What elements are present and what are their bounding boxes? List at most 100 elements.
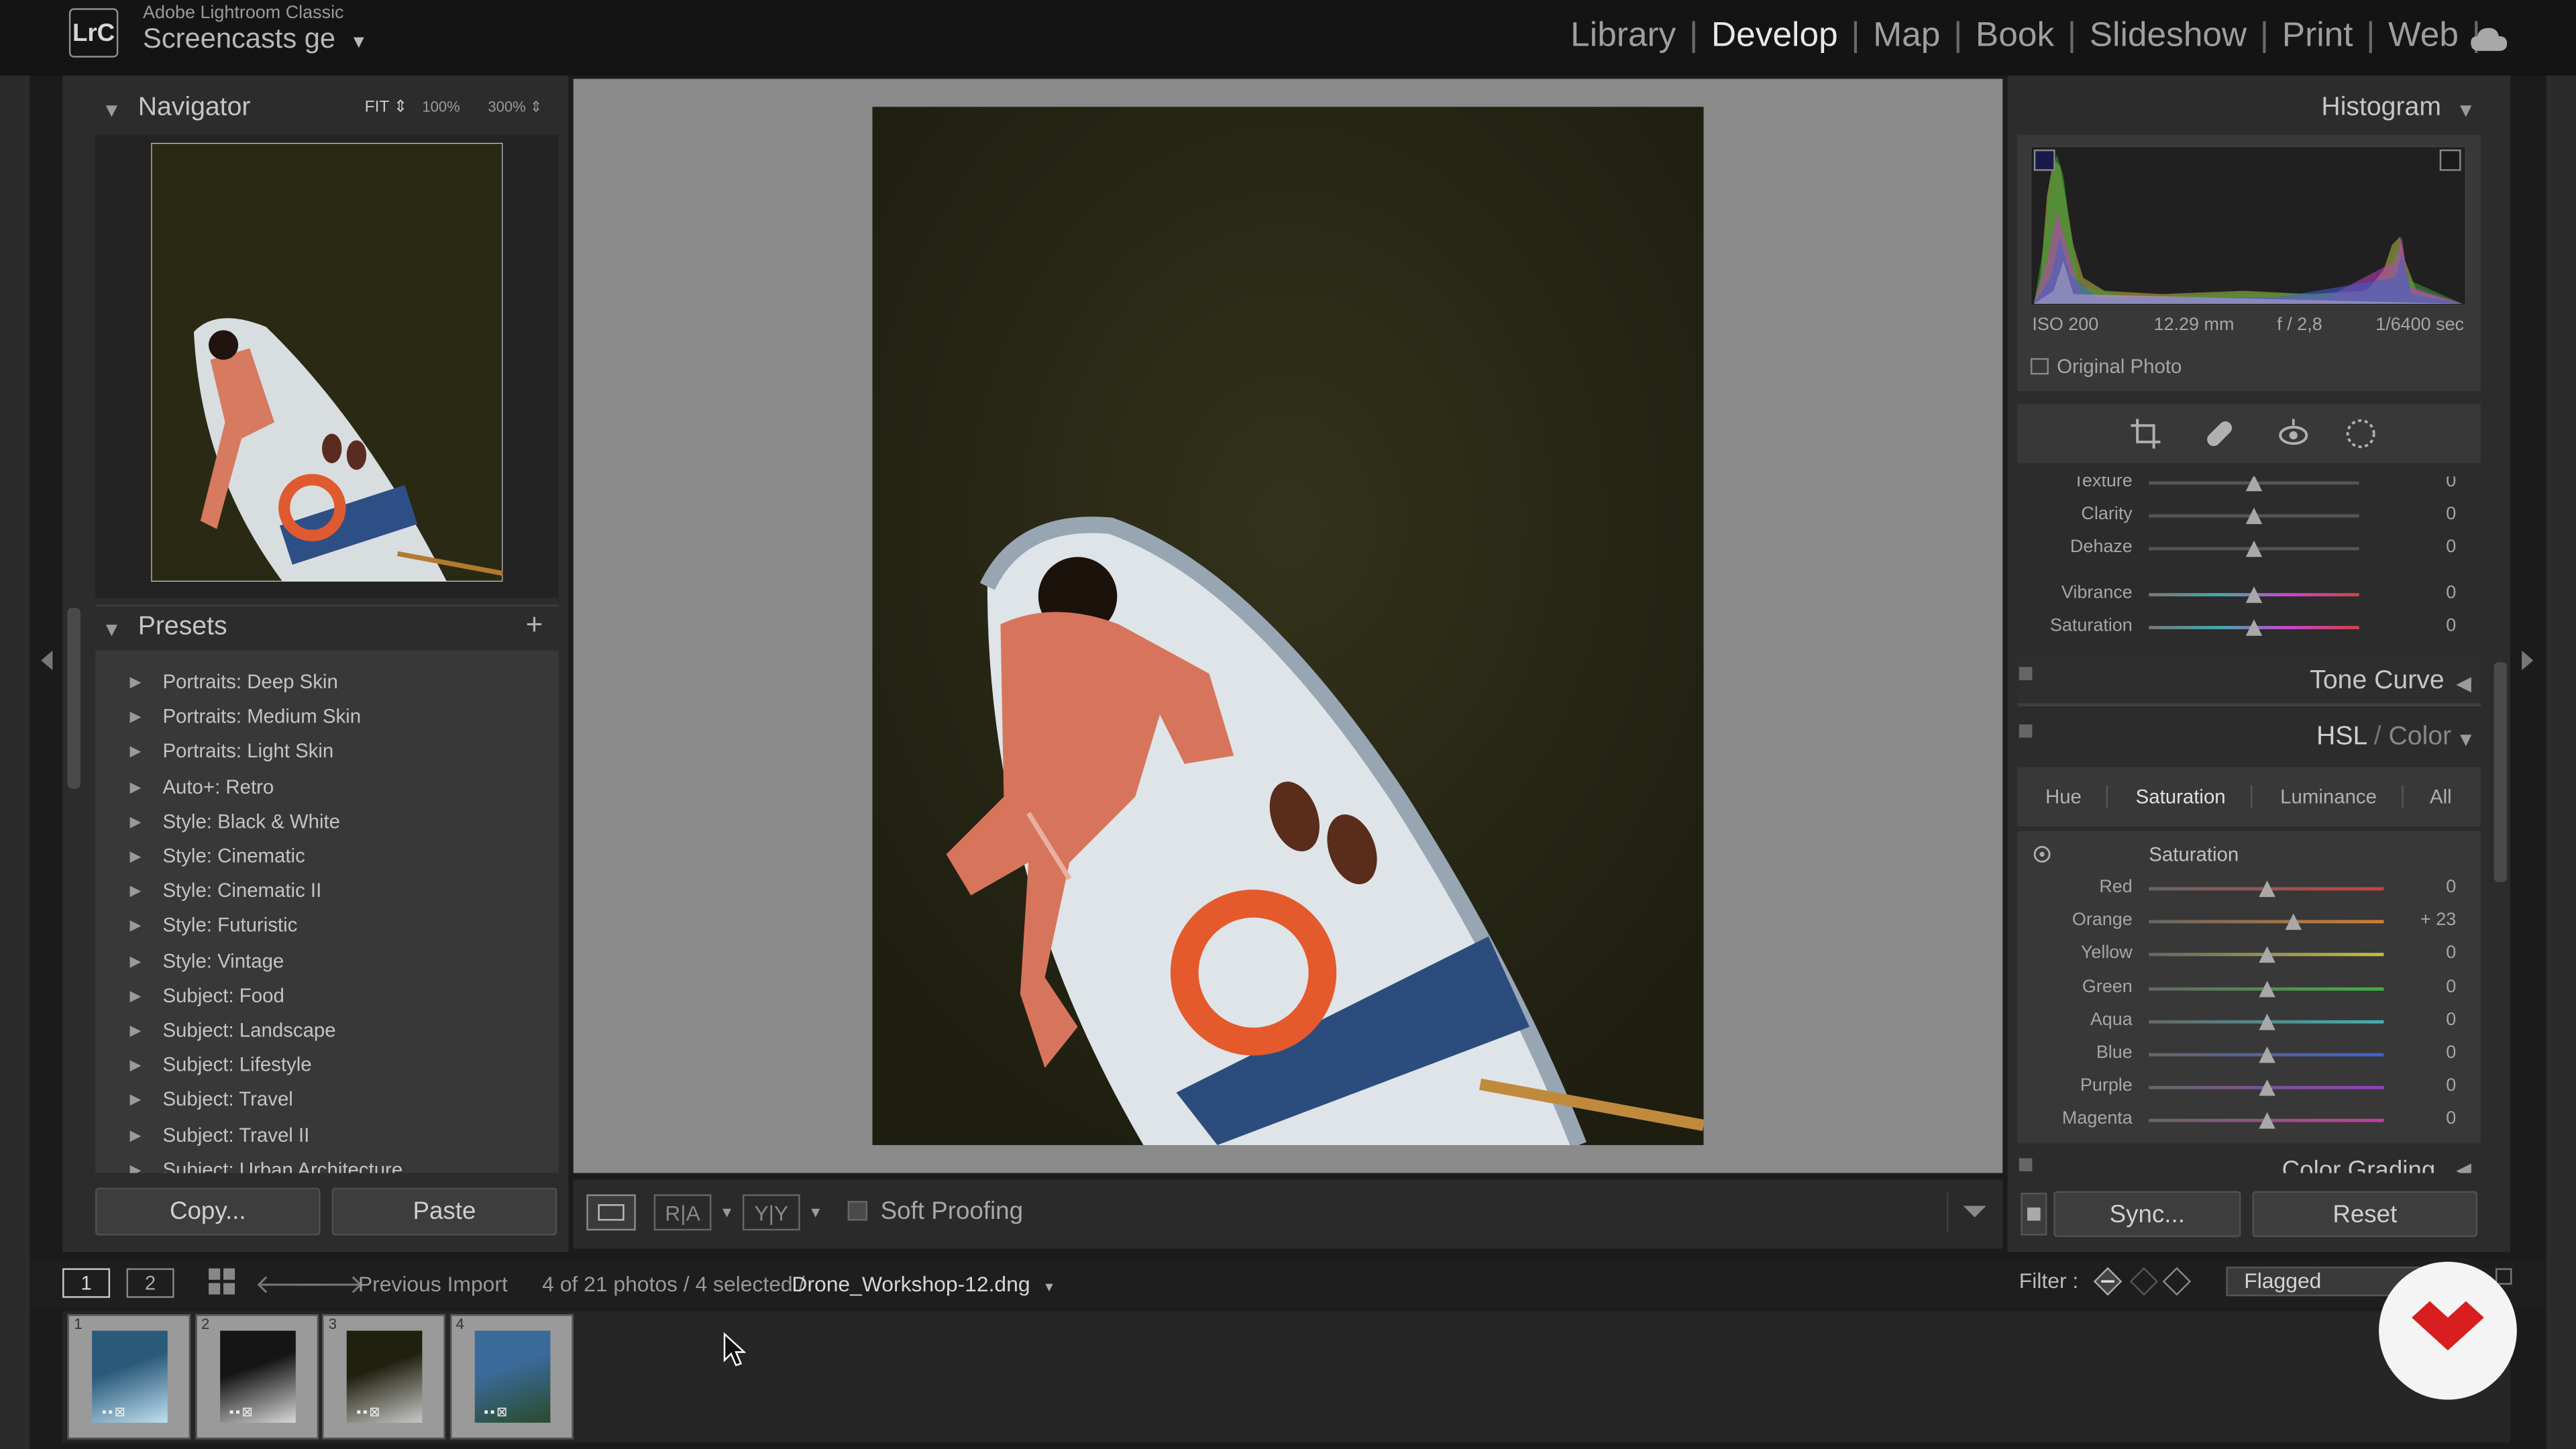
highlight-clipping-icon[interactable] [2439, 149, 2461, 171]
slider-thumb[interactable] [2258, 1046, 2275, 1063]
hsl-tab-all[interactable]: All [2430, 786, 2452, 808]
navigator-zoom-100[interactable]: 100% [422, 99, 460, 115]
tone-curve-expand-icon[interactable]: ◀ [2456, 672, 2471, 695]
slider-value[interactable]: 0 [2407, 537, 2456, 557]
module-book[interactable]: Book [1969, 16, 2061, 56]
shadow-clipping-icon[interactable] [2033, 149, 2055, 171]
histogram-graph[interactable] [2030, 146, 2466, 306]
hsl-tab-separator [2251, 785, 2253, 808]
module-slideshow[interactable]: Slideshow [2083, 16, 2253, 56]
slider-thumb[interactable] [2285, 914, 2302, 930]
slider-thumb[interactable] [2258, 947, 2275, 964]
cloud-icon[interactable] [2469, 25, 2509, 54]
slider-value[interactable]: 0 [2407, 977, 2456, 996]
view-2-button[interactable]: 2 [126, 1268, 174, 1298]
navigator-collapse-icon[interactable]: ▼ [102, 99, 121, 121]
filmstrip-filename[interactable]: Drone_Workshop-12.dng ▼ [792, 1272, 1055, 1297]
filmstrip-source[interactable]: Previous Import [358, 1272, 508, 1297]
thumbnail-index: 4 [455, 1316, 464, 1333]
sync-button[interactable]: Sync... [2053, 1191, 2241, 1238]
film-thumbnail[interactable]: 3 ▪▪⊠ [322, 1314, 445, 1440]
slider-value[interactable]: + 23 [2407, 910, 2456, 930]
catalog-name[interactable]: Screencasts ge ▼ [143, 23, 368, 56]
slider-value[interactable]: 0 [2407, 1043, 2456, 1063]
slider-value[interactable]: 0 [2407, 1110, 2456, 1129]
exif-iso: ISO 200 [2032, 315, 2099, 335]
navigator-zoom-300[interactable]: 300% ⇕ [488, 99, 542, 117]
lrc-logo: LrC [68, 8, 119, 58]
crop-tool-icon[interactable] [2129, 417, 2162, 450]
slider-thumb[interactable] [2245, 540, 2263, 557]
view-1-button[interactable]: 1 [62, 1268, 111, 1298]
hsl-label[interactable]: HSL [2316, 723, 2367, 751]
film-thumbnail[interactable]: 1 ▪▪⊠ [67, 1314, 191, 1440]
hsl-collapse-icon[interactable]: ▼ [2456, 728, 2475, 751]
filename-dropdown-icon[interactable]: ▼ [1042, 1280, 1055, 1295]
thumbnail-badges-icon: ▪▪⊠ [229, 1404, 255, 1419]
slider-thumb[interactable] [2258, 1079, 2275, 1096]
slider-value[interactable]: 0 [2407, 877, 2456, 897]
module-develop[interactable]: Develop [1705, 16, 1844, 56]
hsl-tab-separator [2402, 785, 2404, 808]
slider-value[interactable]: 0 [2407, 1077, 2456, 1096]
module-library[interactable]: Library [1564, 16, 1682, 56]
filter-label: Filter : [2019, 1268, 2079, 1293]
film-thumbnail[interactable]: 4 ▪▪⊠ [449, 1314, 573, 1440]
tone-curve-toggle[interactable] [2019, 667, 2033, 680]
module-separator: | [1851, 16, 1860, 54]
original-photo-checkbox[interactable] [2030, 358, 2049, 375]
module-separator: | [2067, 16, 2077, 54]
slider-thumb[interactable] [2245, 476, 2263, 492]
slider-track[interactable] [2149, 920, 2384, 924]
slider-thumb[interactable] [2258, 980, 2275, 997]
hsl-tab-hue[interactable]: Hue [2045, 786, 2082, 808]
slider-value[interactable]: 0 [2407, 583, 2456, 602]
healing-tool-icon[interactable] [2203, 417, 2236, 450]
module-print[interactable]: Print [2275, 16, 2359, 56]
targeted-adjustment-icon[interactable] [2032, 845, 2051, 864]
hsl-tab-luminance[interactable]: Luminance [2280, 786, 2377, 808]
slider-thumb[interactable] [2258, 1112, 2275, 1130]
flag-filter-icon[interactable] [2093, 1267, 2192, 1296]
tone-curve-title: Tone Curve [2310, 667, 2445, 695]
slider-value[interactable]: 0 [2407, 944, 2456, 963]
color-grading-expand-icon[interactable]: ◀ [2456, 1159, 2471, 1173]
fit-label: FIT [364, 98, 389, 117]
slider-thumb[interactable] [2258, 880, 2275, 898]
slider-thumb[interactable] [2245, 586, 2263, 603]
film-thumbnail[interactable]: 2 ▪▪⊠ [195, 1314, 318, 1440]
module-map[interactable]: Map [1867, 16, 1947, 56]
thumbnail-index: 1 [74, 1316, 83, 1333]
module-web[interactable]: Web [2381, 16, 2465, 56]
navigator-zoom-fit[interactable]: FIT ⇕ [365, 99, 408, 117]
slider-thumb[interactable] [2245, 507, 2263, 525]
slider-value[interactable]: 0 [2407, 616, 2456, 635]
hsl-tab-saturation[interactable]: Saturation [2136, 786, 2226, 808]
tool-strip [2017, 404, 2481, 464]
hsl-tab-separator [2106, 785, 2108, 808]
mouse-cursor-icon [723, 1332, 746, 1366]
slider-thumb[interactable] [2258, 1013, 2275, 1030]
slider-value[interactable]: 0 [2407, 1010, 2456, 1030]
exif-focal: 12.29 mm [2153, 315, 2235, 335]
slider-value[interactable]: 0 [2407, 504, 2456, 524]
histogram-collapse-icon[interactable]: ▼ [2456, 99, 2475, 121]
masking-tool-icon[interactable] [2345, 417, 2377, 450]
catalog-label: Screencasts ge [143, 23, 336, 54]
color-label[interactable]: Color [2389, 723, 2452, 751]
reset-button[interactable]: Reset [2252, 1191, 2478, 1238]
grid-view-icon[interactable] [209, 1268, 235, 1295]
module-separator: | [1953, 16, 1963, 54]
filename-label: Drone_Workshop-12.dng [792, 1271, 1030, 1297]
thumbnail-index: 3 [328, 1316, 337, 1333]
hsl-toggle[interactable] [2019, 724, 2033, 738]
zoom-300-label: 300% [488, 98, 526, 115]
slider-thumb[interactable] [2245, 619, 2263, 636]
thumbnail-badges-icon: ▪▪⊠ [484, 1404, 509, 1419]
forward-arrow-icon[interactable]: 🡒 [294, 1267, 364, 1301]
catalog-dropdown-icon[interactable]: ▼ [350, 33, 368, 52]
filter-lock-icon[interactable] [2496, 1268, 2512, 1285]
red-eye-tool-icon[interactable] [2277, 417, 2310, 450]
hsl-group-label: Saturation [2149, 843, 2239, 866]
sync-toggle[interactable] [2021, 1192, 2047, 1236]
